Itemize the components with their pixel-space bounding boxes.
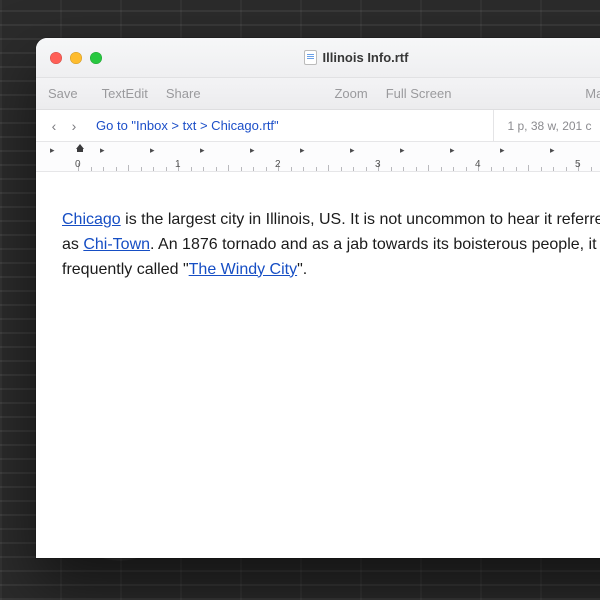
ruler-tick: [391, 167, 392, 171]
ruler-tick: [291, 167, 292, 171]
ruler-tick: [116, 167, 117, 171]
ruler-tick: [528, 165, 529, 171]
share-button[interactable]: Share: [166, 86, 201, 101]
ruler-tick: [203, 167, 204, 171]
ruler-number: 1: [175, 159, 181, 170]
ruler-tick: [553, 167, 554, 171]
window-title: Illinois Info.rtf: [36, 50, 600, 65]
ruler-tick: [403, 167, 404, 171]
ruler-tick: [416, 167, 417, 171]
ruler-tick: [328, 165, 329, 171]
tab-stop-icon[interactable]: ▸: [550, 145, 555, 156]
zoom-icon[interactable]: [90, 52, 102, 64]
document-stats: 1 p, 38 w, 201 c: [493, 110, 600, 141]
ruler-tick: [503, 167, 504, 171]
toolbar: Save TextEdit Share Zoom Full Screen Mar…: [36, 78, 600, 110]
ruler-tick: [566, 167, 567, 171]
ruler-tick: [191, 167, 192, 171]
ruler-number: 0: [75, 159, 81, 170]
ruler-tick: [516, 167, 517, 171]
ruler-tick: [228, 165, 229, 171]
ruler-tick: [91, 167, 92, 171]
tab-stop-icon[interactable]: ▸: [150, 145, 155, 156]
ruler-number: 5: [575, 159, 581, 170]
tab-stop-icon[interactable]: ▸: [300, 145, 305, 156]
tab-stop-icon[interactable]: ▸: [400, 145, 405, 156]
ruler-tick: [591, 167, 592, 171]
save-button[interactable]: Save: [48, 86, 78, 101]
first-line-indent-icon[interactable]: [76, 144, 84, 152]
ruler-number: 4: [475, 159, 481, 170]
ruler-tick: [241, 167, 242, 171]
ruler-tick: [341, 167, 342, 171]
ruler-tick: [316, 167, 317, 171]
paragraph[interactable]: Chicago is the largest city in Illinois,…: [62, 208, 600, 282]
ruler-tick: [266, 167, 267, 171]
document-body[interactable]: Chicago is the largest city in Illinois,…: [36, 172, 600, 558]
tab-stop-icon[interactable]: ▸: [50, 145, 55, 156]
link-windy-city[interactable]: The Windy City: [189, 261, 297, 278]
ruler-tick: [153, 167, 154, 171]
titlebar[interactable]: Illinois Info.rtf: [36, 38, 600, 78]
fullscreen-button[interactable]: Full Screen: [386, 86, 452, 101]
ruler-tick: [141, 167, 142, 171]
ruler-tick: [441, 167, 442, 171]
ruler-number: 3: [375, 159, 381, 170]
ruler-tick: [491, 167, 492, 171]
nav-back-button[interactable]: ‹: [46, 117, 62, 135]
tab-stop-icon[interactable]: ▸: [350, 145, 355, 156]
body-text: ".: [297, 261, 307, 278]
ruler-tick: [128, 165, 129, 171]
textedit-menu[interactable]: TextEdit: [102, 86, 148, 101]
zoom-button[interactable]: Zoom: [334, 86, 367, 101]
window-title-text: Illinois Info.rtf: [323, 50, 409, 65]
ruler-tick: [453, 167, 454, 171]
textedit-window: Illinois Info.rtf Save TextEdit Share Zo…: [36, 38, 600, 558]
ruler-tick: [541, 167, 542, 171]
ruler-tick: [166, 167, 167, 171]
ruler-tick: [466, 167, 467, 171]
ruler[interactable]: ▸▸▸▸▸▸▸▸▸▸▸▸012345: [36, 142, 600, 172]
ruler-tick: [303, 167, 304, 171]
minimize-icon[interactable]: [70, 52, 82, 64]
traffic-lights: [36, 52, 102, 64]
tab-stop-icon[interactable]: ▸: [250, 145, 255, 156]
path-bar: ‹ › Go to "Inbox > txt > Chicago.rtf" 1 …: [36, 110, 600, 142]
ruler-tick: [216, 167, 217, 171]
ruler-tick: [253, 167, 254, 171]
ruler-number: 2: [275, 159, 281, 170]
mark-button[interactable]: Mark: [585, 86, 600, 101]
link-chicago[interactable]: Chicago: [62, 211, 121, 228]
link-chi-town[interactable]: Chi-Town: [83, 236, 150, 253]
ruler-tick: [353, 167, 354, 171]
tab-stop-icon[interactable]: ▸: [100, 145, 105, 156]
ruler-tick: [428, 165, 429, 171]
nav-forward-button[interactable]: ›: [66, 117, 82, 135]
tab-stop-icon[interactable]: ▸: [200, 145, 205, 156]
tab-stop-icon[interactable]: ▸: [450, 145, 455, 156]
goto-link[interactable]: Go to "Inbox > txt > Chicago.rtf": [92, 118, 283, 133]
ruler-tick: [366, 167, 367, 171]
close-icon[interactable]: [50, 52, 62, 64]
ruler-tick: [103, 167, 104, 171]
tab-stop-icon[interactable]: ▸: [500, 145, 505, 156]
document-icon: [304, 50, 317, 65]
